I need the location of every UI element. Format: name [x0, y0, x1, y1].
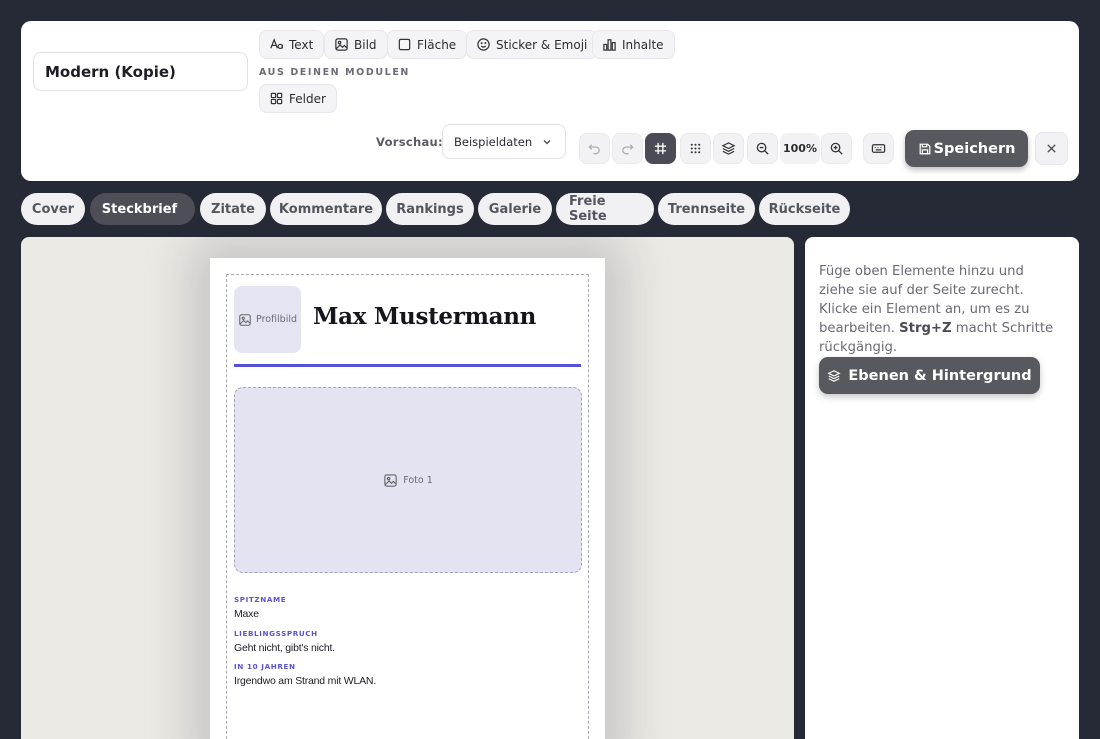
layers-icon [721, 142, 736, 155]
layers-toggle[interactable] [713, 133, 744, 164]
tab-label: Galerie [488, 201, 542, 217]
add-content-label: Inhalte [622, 37, 664, 52]
image-icon [239, 313, 251, 326]
tab-label: Rückseite [768, 201, 841, 217]
save-button[interactable]: Speichern [905, 130, 1028, 167]
add-image-button[interactable]: Bild [324, 30, 388, 59]
undo-shortcut: Strg+Z [899, 321, 952, 336]
zoom-in-icon [830, 142, 843, 155]
person-name-text[interactable]: Max Mustermann [313, 303, 536, 330]
modules-heading: AUS DEINEN MODULEN [259, 67, 410, 78]
page-preview[interactable]: Profilbild Max Mustermann Foto 1 SPITZNA… [210, 258, 605, 739]
tab-label: Kommentare [278, 201, 374, 217]
image-icon [335, 38, 348, 51]
field-value: Geht nicht, gibt's nicht. [234, 642, 335, 654]
shape-icon [398, 38, 411, 51]
tab-rueckseite[interactable]: Rückseite [759, 193, 850, 225]
undo-icon [588, 144, 600, 155]
keyboard-shortcuts-button[interactable] [863, 133, 894, 164]
preview-label: Vorschau: [376, 135, 443, 149]
preview-select[interactable]: Beispieldaten [442, 124, 566, 159]
tab-trennseite[interactable]: Trennseite [658, 193, 755, 225]
field-value: Maxe [234, 608, 259, 620]
smiley-icon [477, 38, 490, 51]
field-in-10-years[interactable]: IN 10 JAHREN Irgendwo am Strand mit WLAN… [234, 662, 376, 687]
field-label: IN 10 JAHREN [234, 662, 296, 671]
tab-label: Freie Seite [569, 194, 607, 224]
add-sticker-button[interactable]: Sticker & Emoji [466, 30, 599, 59]
grid-icon [270, 92, 283, 105]
field-label: SPITZNAME [234, 595, 287, 604]
chevron-down-icon [543, 139, 551, 144]
zoom-out-icon [756, 142, 769, 155]
hash-grid-icon [654, 142, 667, 155]
dots-grid-icon [690, 143, 701, 154]
layers-background-button[interactable]: Ebenen & Hintergrund [819, 357, 1040, 394]
tab-label: Rankings [396, 201, 464, 217]
add-content-button[interactable]: Inhalte [592, 30, 675, 59]
photo-label: Foto 1 [403, 474, 433, 486]
tab-zitate[interactable]: Zitate [200, 193, 266, 225]
tab-galerie[interactable]: Galerie [478, 193, 552, 225]
tab-label: Trennseite [667, 201, 746, 217]
zoom-out-button[interactable] [747, 133, 778, 164]
layers-background-label: Ebenen & Hintergrund [848, 367, 1032, 384]
fields-label: Felder [289, 91, 326, 106]
add-shape-button[interactable]: Fläche [387, 30, 468, 59]
help-text: Füge oben Elemente hinzu und ziehe sie a… [819, 262, 1055, 357]
save-label: Speichern [933, 140, 1016, 157]
profile-image-label: Profilbild [255, 314, 298, 325]
undo-button[interactable] [579, 133, 610, 164]
snap-grid-toggle[interactable] [645, 133, 676, 164]
close-icon [1047, 144, 1056, 153]
editor-canvas[interactable]: Profilbild Max Mustermann Foto 1 SPITZNA… [21, 237, 794, 739]
add-text-button[interactable]: Text [259, 30, 325, 59]
image-icon [384, 473, 397, 487]
tab-steckbrief[interactable]: Steckbrief [90, 193, 195, 225]
preview-select-value: Beispieldaten [454, 134, 533, 149]
field-label: LIEBLINGSSPRUCH [234, 629, 318, 638]
add-sticker-label: Sticker & Emoji [496, 37, 588, 52]
save-icon [919, 143, 930, 154]
keyboard-icon [871, 144, 886, 153]
field-favorite-saying[interactable]: LIEBLINGSSPRUCH Geht nicht, gibt's nicht… [234, 629, 335, 654]
tab-freie-seite[interactable]: Freie Seite [556, 193, 654, 225]
zoom-in-button[interactable] [821, 133, 852, 164]
field-nickname[interactable]: SPITZNAME Maxe [234, 595, 286, 620]
tab-label: Cover [31, 201, 75, 217]
redo-icon [622, 144, 634, 155]
tab-rankings[interactable]: Rankings [386, 193, 474, 225]
add-shape-label: Fläche [417, 37, 457, 52]
tab-kommentare[interactable]: Kommentare [270, 193, 382, 225]
document-title-input[interactable]: Modern (Kopie) [33, 52, 248, 91]
accent-divider[interactable] [234, 364, 581, 367]
add-image-label: Bild [354, 37, 377, 52]
add-text-label: Text [289, 37, 314, 52]
tab-cover[interactable]: Cover [21, 193, 85, 225]
fields-button[interactable]: Felder [259, 84, 337, 113]
close-button[interactable] [1035, 132, 1068, 165]
field-value: Irgendwo am Strand mit WLAN. [234, 675, 377, 687]
chart-icon [603, 39, 616, 51]
text-icon [270, 38, 283, 50]
properties-panel: Füge oben Elemente hinzu und ziehe sie a… [805, 237, 1079, 739]
dot-grid-toggle[interactable] [680, 133, 711, 164]
editor-toolbar: Modern (Kopie) Text Bild Fläche Sticker … [21, 21, 1079, 181]
tab-label: Steckbrief [101, 201, 178, 217]
zoom-level: 100% [780, 133, 820, 164]
profile-image-placeholder[interactable]: Profilbild [234, 286, 301, 353]
redo-button[interactable] [612, 133, 643, 164]
photo-placeholder[interactable]: Foto 1 [234, 387, 582, 573]
tab-label: Zitate [211, 201, 255, 217]
layers-icon [827, 369, 841, 382]
